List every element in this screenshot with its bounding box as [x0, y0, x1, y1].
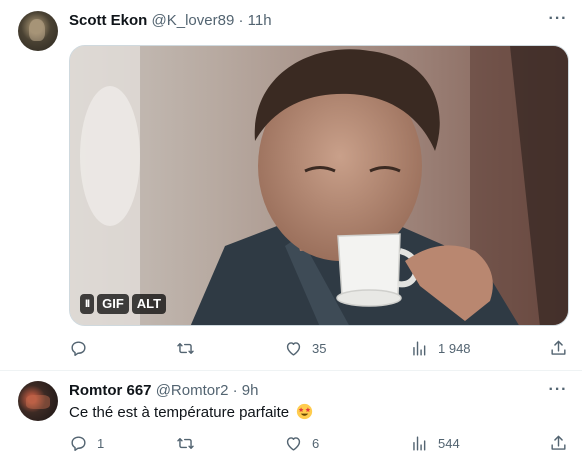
reply-count: 1: [97, 435, 105, 451]
retweet-button[interactable]: [176, 433, 204, 453]
gif-badge: GIF: [97, 294, 129, 314]
tweet-actions: 35 1 948: [69, 338, 569, 358]
like-count: 6: [312, 435, 320, 451]
heart-icon: [286, 436, 301, 451]
reply-icon: [71, 435, 86, 451]
share-icon: [551, 435, 566, 450]
gif-media[interactable]: [69, 45, 569, 326]
like-count: 35: [312, 340, 327, 356]
author-handle[interactable]: @K_lover89: [152, 12, 235, 29]
separator-dot: ·: [238, 12, 244, 29]
view-count: 544: [438, 435, 460, 451]
retweet-icon: [177, 437, 194, 449]
tweet-1[interactable]: Scott Ekon @K_lover89 · 11h ··· II GIF A…: [0, 0, 582, 371]
share-icon: [551, 340, 566, 355]
star-struck-emoji-icon: [297, 403, 313, 420]
tweet-time[interactable]: 11h: [248, 12, 272, 29]
tweet-header: Scott Ekon @K_lover89 · 11h: [69, 11, 272, 31]
share-button[interactable]: [549, 433, 568, 453]
avatar-scott-ekon[interactable]: [18, 11, 58, 51]
alt-badge[interactable]: ALT: [131, 294, 167, 314]
heart-icon: [286, 341, 301, 356]
retweet-icon: [177, 342, 194, 354]
author-handle[interactable]: @Romtor2: [156, 382, 229, 399]
author-name[interactable]: Romtor 667: [69, 382, 152, 399]
reply-icon: [71, 340, 86, 356]
views-icon: [413, 435, 426, 451]
tweet-header: Romtor 667 @Romtor2 · 9h: [69, 381, 258, 401]
reply-button[interactable]: [69, 338, 97, 358]
tweet-text-line: Ce thé est à température parfaite: [69, 403, 313, 423]
tweet-2[interactable]: Romtor 667 @Romtor2 · 9h ··· Ce thé est …: [0, 371, 582, 463]
avatar-romtor-667[interactable]: [18, 381, 58, 421]
pause-button[interactable]: II: [80, 294, 95, 314]
author-name[interactable]: Scott Ekon: [69, 12, 147, 29]
gif-frame-image: [70, 46, 568, 325]
like-button[interactable]: 35: [284, 338, 326, 358]
like-button[interactable]: 6: [284, 433, 319, 453]
view-count: 1 948: [438, 340, 471, 356]
retweet-button[interactable]: [176, 338, 204, 358]
gif-badges: II GIF ALT: [80, 294, 167, 314]
views-icon: [413, 340, 426, 356]
tweet-text: Ce thé est à température parfaite: [69, 404, 290, 421]
tweet-time[interactable]: 9h: [242, 382, 259, 399]
reply-button[interactable]: 1: [69, 433, 104, 453]
views-button[interactable]: 1 948: [410, 338, 471, 358]
separator-dot: ·: [232, 382, 238, 399]
tweet-actions: 1 6 544: [69, 433, 569, 453]
share-button[interactable]: [549, 338, 568, 358]
more-options-icon[interactable]: ···: [548, 382, 568, 403]
views-button[interactable]: 544: [410, 433, 460, 453]
more-options-icon[interactable]: ···: [548, 11, 568, 32]
